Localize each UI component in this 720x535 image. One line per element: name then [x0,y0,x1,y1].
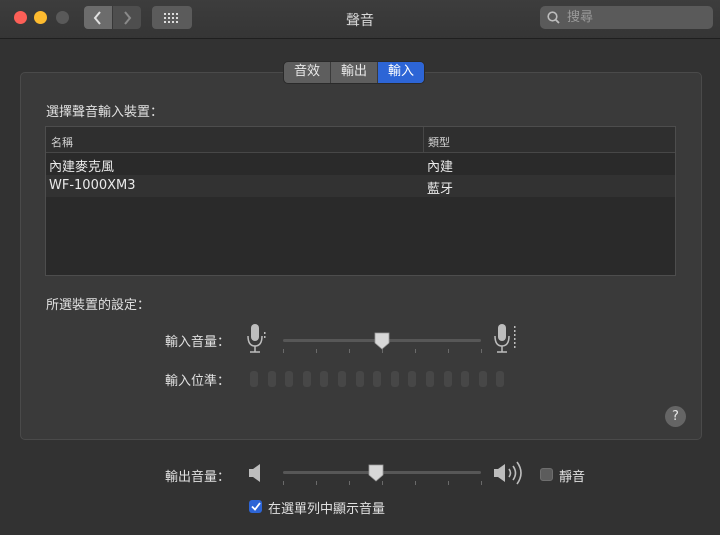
show-volume-in-menubar-checkbox[interactable] [249,500,262,513]
device-name: 內建麥克風 [49,160,115,175]
speaker-high-icon [494,461,522,485]
level-meter-segment [461,371,470,387]
level-meter-segment [355,371,364,387]
search-input[interactable] [565,9,709,26]
device-type: 藍牙 [427,182,454,197]
microphone-low-icon [247,324,266,353]
speaker-low-icon [249,464,260,482]
input-device-table[interactable]: 名稱 類型 內建麥克風 內建 WF-1000XM3 藍牙 [45,126,676,276]
search-field[interactable] [540,6,713,29]
show-volume-in-menubar-label: 在選單列中顯示音量 [268,502,386,517]
device-type: 內建 [427,160,454,175]
tab-sound-effects[interactable]: 音效 [284,62,332,83]
level-meter-segment [390,371,399,387]
slider-tick [349,349,350,353]
slider-tick [283,349,284,353]
microphone-high-icon [494,324,516,353]
mute-checkbox[interactable] [540,468,553,481]
level-meter-segment [285,371,294,387]
tab-bar: 音效 輸出 輸入 [283,61,426,84]
level-meter-segment [320,371,329,387]
level-meter-segment [408,371,417,387]
slider-tick [316,349,317,353]
table-row[interactable]: 內建麥克風 內建 [46,153,675,175]
help-button[interactable]: ? [665,406,686,427]
level-meter-segment [373,371,382,387]
input-volume-label: 輸入音量： [165,335,231,350]
input-level-label: 輸入位準： [165,374,231,389]
selected-device-settings-label: 所選裝置的設定： [46,298,151,313]
level-meter-segment [250,371,258,387]
select-input-device-label: 選擇聲音輸入裝置： [46,105,164,120]
level-meter-segment [496,371,505,387]
slider-tick [448,481,449,485]
slider-tick [481,349,482,353]
slider-tick [349,481,350,485]
search-icon [547,11,560,24]
column-header-type[interactable]: 類型 [428,134,450,150]
slider-tick [316,481,317,485]
slider-tick [448,349,449,353]
level-meter-segment [302,371,311,387]
output-volume-label: 輸出音量： [165,470,231,485]
level-meter-segment [338,371,346,387]
level-meter-segment [267,371,276,387]
mute-label: 靜音 [559,470,586,485]
table-header: 名稱 類型 [46,127,675,153]
device-name: WF-1000XM3 [49,178,136,193]
column-divider [423,127,424,152]
slider-tick [283,481,284,485]
column-header-name[interactable]: 名稱 [51,134,73,150]
output-volume-slider-knob[interactable] [368,464,384,482]
level-meter-segment [443,371,452,387]
level-meter-segment [478,371,487,387]
input-volume-slider-knob[interactable] [374,332,390,350]
slider-tick [415,481,416,485]
tab-input[interactable]: 輸入 [378,62,425,83]
checkmark-icon [250,502,261,511]
title-bar: 聲音 [0,0,720,39]
level-meter-segment [426,371,434,387]
table-row[interactable]: WF-1000XM3 藍牙 [46,175,675,197]
tab-output[interactable]: 輸出 [331,62,379,83]
slider-tick [481,481,482,485]
slider-tick [415,349,416,353]
